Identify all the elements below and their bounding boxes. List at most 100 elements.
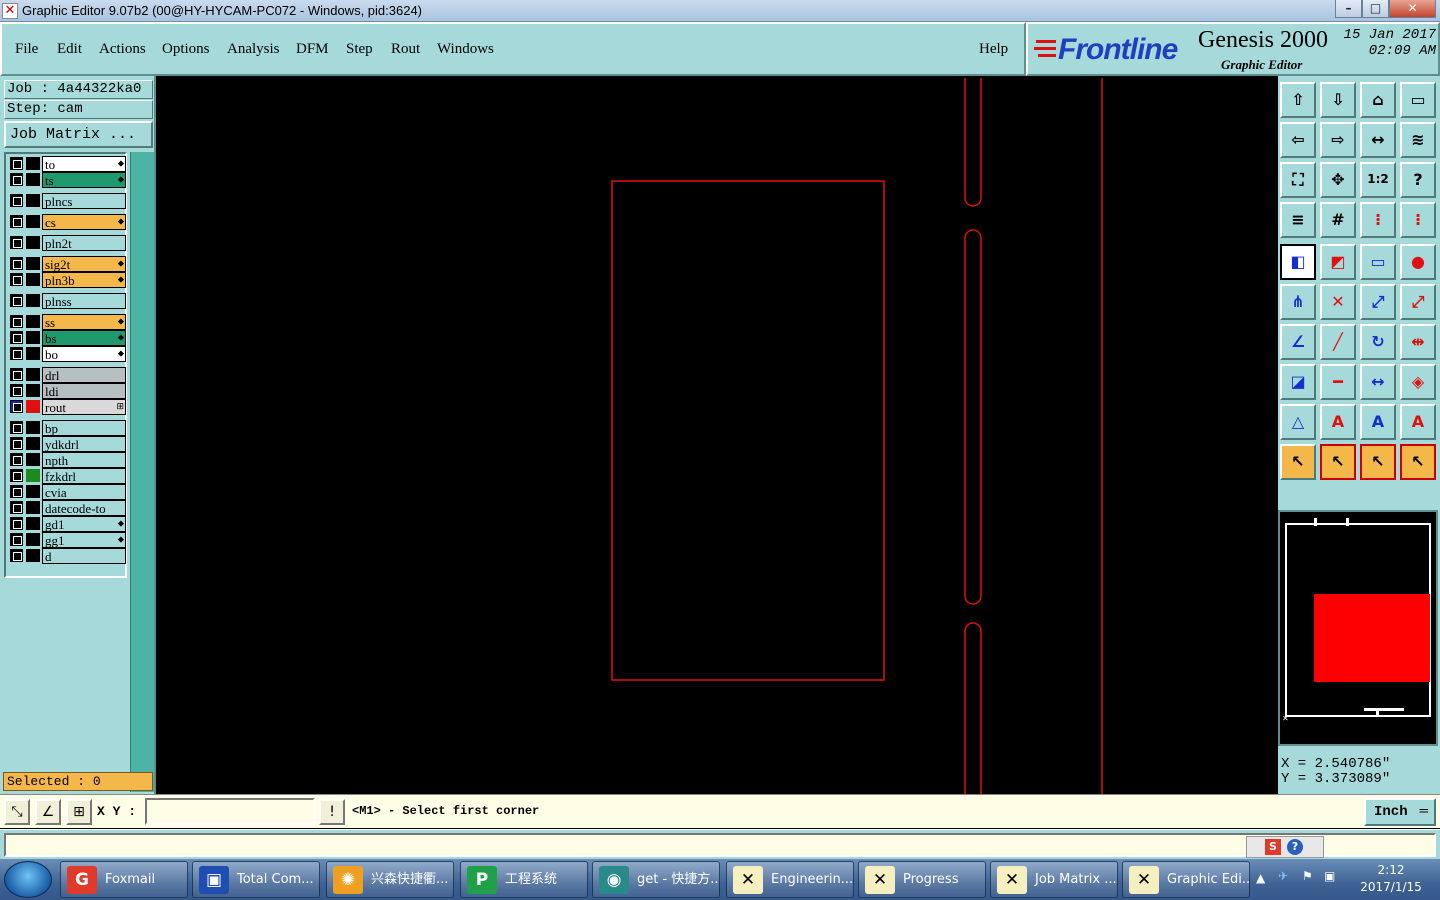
menu-windows[interactable]: Windows (437, 41, 494, 58)
select-icon[interactable]: ↖ (1280, 444, 1316, 480)
window-icon[interactable]: ▭ (1400, 82, 1436, 118)
layer-name[interactable]: ldi (42, 383, 126, 399)
alert-icon[interactable]: ! (319, 799, 345, 825)
diagonal-icon[interactable]: ╱ (1320, 324, 1356, 360)
layer-color-swatch[interactable] (26, 501, 40, 514)
layer-name[interactable]: fzkdrl (42, 468, 126, 484)
layer-name[interactable]: pln2t (42, 235, 126, 251)
layer-color-swatch[interactable] (26, 294, 40, 307)
menu-analysis[interactable]: Analysis (227, 41, 280, 58)
layer-row-gg1[interactable]: gg1 ⬥ (8, 532, 126, 548)
layer-name[interactable]: gg1 ⬥ (42, 532, 126, 548)
grid-icon[interactable]: # (1320, 202, 1356, 238)
graphic-canvas[interactable] (156, 78, 1278, 794)
layer-checkbox[interactable] (10, 273, 23, 286)
layer-name[interactable]: bp (42, 420, 126, 436)
layer-checkbox[interactable] (10, 400, 23, 413)
connect-icon[interactable]: ⋔ (1280, 284, 1316, 320)
layer-color-swatch[interactable] (26, 368, 40, 381)
layer-row-pln2t[interactable]: pln2t (8, 235, 126, 251)
zoom-next-icon[interactable]: ⇨ (1320, 122, 1356, 158)
layer-name[interactable]: drl (42, 367, 126, 383)
layer-color-swatch[interactable] (26, 157, 40, 170)
measure-icon[interactable]: ≡ (1280, 202, 1316, 238)
layer-name[interactable]: rout ⊞ (42, 399, 126, 415)
flip-icon[interactable]: ↔ (1360, 122, 1396, 158)
layer-color-swatch[interactable] (26, 194, 40, 207)
layer-color-swatch[interactable] (26, 173, 40, 186)
taskbar-item[interactable]: ✕ Progress (858, 861, 986, 898)
top-view-icon[interactable]: ⇧ (1280, 82, 1316, 118)
tray-arrow-icon[interactable]: ▲ (1256, 871, 1265, 885)
rout-slot-top[interactable] (964, 78, 982, 207)
menu-options[interactable]: Options (162, 41, 210, 58)
layer-color-swatch[interactable] (26, 236, 40, 249)
layer-name[interactable]: ts ⬥ (42, 172, 126, 188)
layer-color-swatch[interactable] (26, 347, 40, 360)
xy-input[interactable] (145, 798, 315, 825)
layer-name[interactable]: datecode-to (42, 500, 126, 516)
circle-icon[interactable]: ● (1400, 244, 1436, 280)
taskbar-item[interactable]: ◉ get - 快捷方... (592, 861, 720, 898)
layer-name[interactable]: gd1 ⬥ (42, 516, 126, 532)
layer-row-rout[interactable]: rout ⊞ (8, 399, 126, 415)
layer-color-swatch[interactable] (26, 384, 40, 397)
layer-row-drl[interactable]: drl (8, 367, 126, 383)
taskbar-item[interactable]: G Foxmail (60, 861, 188, 898)
layer-name[interactable]: d (42, 548, 126, 564)
zoom-prev-icon[interactable]: ⇦ (1280, 122, 1316, 158)
layer-color-swatch[interactable] (26, 331, 40, 344)
layer-checkbox[interactable] (10, 453, 23, 466)
layer-name[interactable]: npth (42, 452, 126, 468)
bottom-view-icon[interactable]: ⇩ (1320, 82, 1356, 118)
menu-actions[interactable]: Actions (99, 41, 146, 58)
menu-dfm[interactable]: DFM (296, 41, 329, 58)
layer-color-swatch[interactable] (26, 533, 40, 546)
layer-color-swatch[interactable] (26, 517, 40, 530)
layer-checkbox[interactable] (10, 194, 23, 207)
layer-row-pln3b[interactable]: pln3b ⬥ (8, 272, 126, 288)
rout-slot-middle[interactable] (964, 229, 982, 605)
layer-color-swatch[interactable] (26, 453, 40, 466)
layer-row-cs[interactable]: cs ⬥ (8, 214, 126, 230)
text-a2-icon[interactable]: A (1360, 404, 1396, 440)
layer-checkbox[interactable] (10, 437, 23, 450)
ime-toolbar[interactable]: S ? (1246, 836, 1324, 858)
taskbar-item[interactable]: ✕ Job Matrix ... (990, 861, 1118, 898)
menu-help[interactable]: Help (979, 41, 1008, 58)
taskbar-item[interactable]: ✕ Engineerin... (726, 861, 854, 898)
layer-color-swatch[interactable] (26, 469, 40, 482)
layer-name[interactable]: pln3b ⬥ (42, 272, 126, 288)
taskbar-item[interactable]: P 工程系统 (460, 861, 588, 898)
layer-checkbox[interactable] (10, 517, 23, 530)
layer-row-d[interactable]: d (8, 548, 126, 564)
taskbar-item[interactable]: ✕ Graphic Edi... (1122, 861, 1250, 898)
layer-name[interactable]: plncs (42, 193, 126, 209)
layer-color-swatch[interactable] (26, 273, 40, 286)
layer-color-swatch[interactable] (26, 549, 40, 562)
snap-icon[interactable]: ↔ (1360, 364, 1396, 400)
layer-name[interactable]: cvia (42, 484, 126, 500)
minimize-button[interactable]: – (1335, 0, 1362, 18)
layer-row-datecode-to[interactable]: datecode-to (8, 500, 126, 516)
close-button[interactable]: ✕ (1389, 0, 1436, 18)
layer-checkbox[interactable] (10, 294, 23, 307)
layer-name[interactable]: cs ⬥ (42, 214, 126, 230)
layer-color-swatch[interactable] (26, 400, 40, 413)
ime-s-icon[interactable]: S (1265, 839, 1281, 855)
snap-grid-icon[interactable]: ⤡ (4, 799, 30, 825)
overview-map[interactable]: ✕ (1278, 510, 1438, 746)
layer-checkbox[interactable] (10, 533, 23, 546)
zoom-icon[interactable]: ✥ (1320, 162, 1356, 198)
layer-name[interactable]: bs ⬥ (42, 330, 126, 346)
maximize-button[interactable]: □ (1362, 0, 1389, 18)
layer-checkbox[interactable] (10, 347, 23, 360)
layer-checkbox[interactable] (10, 315, 23, 328)
layer-color-swatch[interactable] (26, 315, 40, 328)
tray-clock[interactable]: 2:12 2017/1/15 (1350, 863, 1432, 894)
select-box-icon[interactable]: ↖ (1320, 444, 1356, 480)
scale-1-2-icon[interactable]: 1:2 (1360, 162, 1396, 198)
layer-row-sig2t[interactable]: sig2t ⬥ (8, 256, 126, 272)
layer-checkbox[interactable] (10, 501, 23, 514)
text-a3-icon[interactable]: A (1400, 404, 1436, 440)
